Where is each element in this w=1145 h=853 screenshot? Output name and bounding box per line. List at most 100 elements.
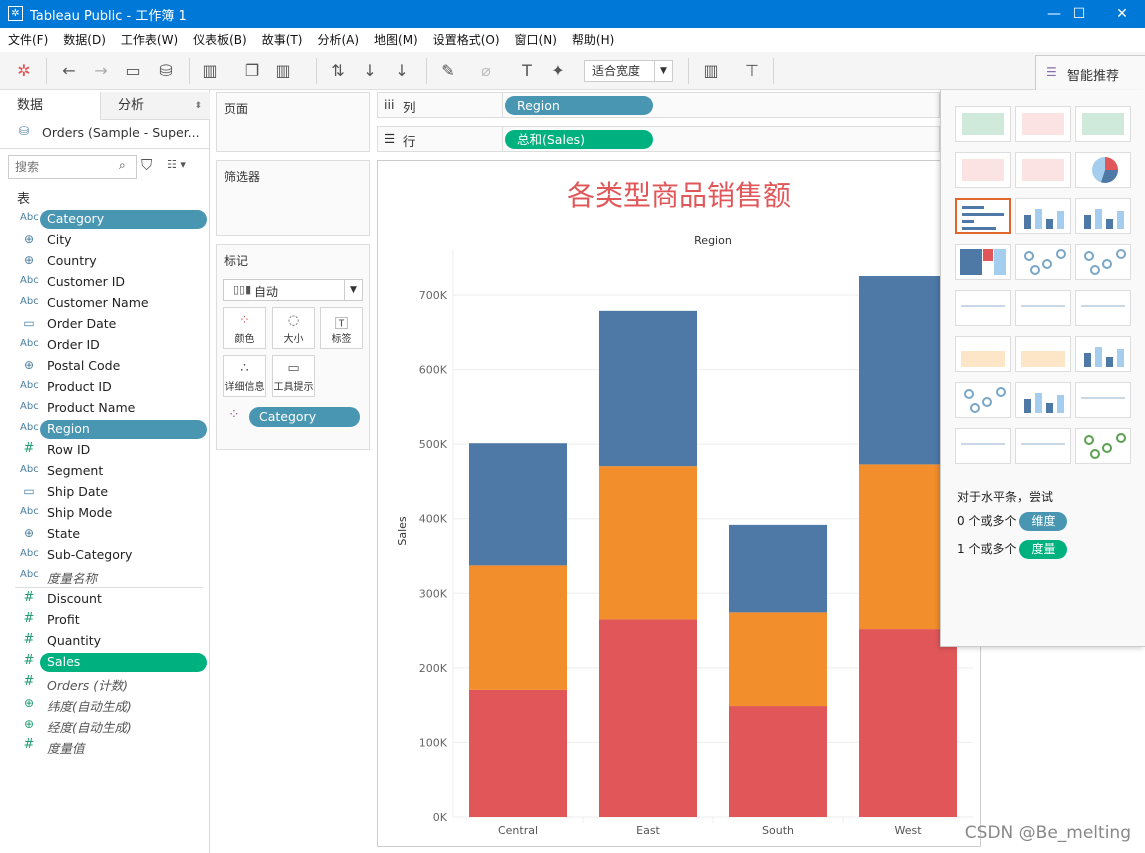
field-orders-[interactable]: # Orders (计数) — [0, 673, 210, 694]
sort-ascending-icon[interactable]: ↓ — [359, 61, 381, 81]
show-me-horizontal-bars[interactable] — [955, 198, 1011, 234]
menu-item[interactable]: 文件(F) — [8, 28, 48, 52]
show-me-dual-combination[interactable] — [1075, 336, 1131, 372]
show-me-gantt[interactable] — [955, 428, 1011, 464]
tab-analysis[interactable]: 分析 ⬍ — [100, 92, 210, 120]
menu-item[interactable]: 工作表(W) — [121, 28, 178, 52]
view-list-icon[interactable]: ☷ ▾ — [167, 158, 186, 171]
mark-type-select[interactable]: ▯▯▮ 自动 ▼ — [223, 279, 363, 301]
field-country[interactable]: ⊕ Country — [0, 251, 210, 272]
show-labels-icon[interactable]: T — [516, 61, 538, 81]
menu-item[interactable]: 地图(M) — [374, 28, 418, 52]
show-me-histogram[interactable] — [1015, 382, 1071, 418]
pin-icon[interactable]: ✦ — [547, 61, 569, 81]
region-pill[interactable]: Region — [505, 96, 653, 115]
field-search-input[interactable] — [8, 155, 137, 179]
tab-data[interactable]: 数据 — [0, 92, 100, 120]
field--[interactable]: ⊕ 经度(自动生成) — [0, 715, 210, 736]
show-me-area-continuous[interactable] — [955, 336, 1011, 372]
fit-width-select[interactable]: 适合宽度 ▼ — [584, 60, 673, 82]
field-ship-date[interactable]: ▭ Ship Date — [0, 482, 210, 503]
menu-item[interactable]: 数据(D) — [63, 28, 106, 52]
tooltip-button[interactable]: ▭ 工具提示 — [272, 355, 315, 397]
sum-sales-pill[interactable]: 总和(Sales) — [505, 130, 653, 149]
new-worksheet-icon[interactable]: ▥ — [199, 61, 221, 81]
field-customer-name[interactable]: Abc Customer Name — [0, 293, 210, 314]
field--[interactable]: ⊕ 纬度(自动生成) — [0, 694, 210, 715]
menu-item[interactable]: 故事(T) — [262, 28, 303, 52]
show-me-stacked-bars[interactable] — [1015, 198, 1071, 234]
field-customer-id[interactable]: Abc Customer ID — [0, 272, 210, 293]
menu-item[interactable]: 设置格式(O) — [433, 28, 500, 52]
field-discount[interactable]: # Discount — [0, 589, 210, 610]
duplicate-sheet-icon[interactable]: ❐ — [241, 61, 263, 81]
show-me-treemap[interactable] — [955, 244, 1011, 280]
filter-icon[interactable]: ⛉ — [141, 156, 152, 174]
new-datasource-icon[interactable]: ⛁ — [155, 61, 177, 81]
show-cards-icon[interactable]: ▥ — [700, 61, 722, 81]
save-icon[interactable]: ▭ — [122, 61, 144, 81]
filters-card[interactable]: 筛选器 — [216, 160, 370, 236]
show-me-highlight-table[interactable] — [1075, 106, 1131, 142]
show-me-line-discrete[interactable] — [1015, 290, 1071, 326]
string-type-icon: Abc — [20, 380, 39, 391]
show-me-side-by-side-bars[interactable] — [1075, 198, 1131, 234]
field-ship-mode[interactable]: Abc Ship Mode — [0, 503, 210, 524]
show-me-filled-map[interactable] — [1015, 152, 1071, 188]
field-quantity[interactable]: # Quantity — [0, 631, 210, 652]
redo-icon[interactable]: → — [90, 61, 112, 81]
clear-sheet-icon[interactable]: ▥ — [272, 61, 294, 81]
color-category-pill[interactable]: Category — [249, 407, 360, 427]
show-me-circle-views[interactable] — [1015, 244, 1071, 280]
field-postal-code[interactable]: ⊕ Postal Code — [0, 356, 210, 377]
field-sub-category[interactable]: Abc Sub-Category — [0, 545, 210, 566]
menu-item[interactable]: 仪表板(B) — [193, 28, 247, 52]
field--[interactable]: # 度量值 — [0, 736, 210, 757]
menu-item[interactable]: 帮助(H) — [572, 28, 614, 52]
field-product-name[interactable]: Abc Product Name — [0, 398, 210, 419]
show-me-box-whisker[interactable] — [1075, 382, 1131, 418]
sort-arrows-icon: ⬍ — [194, 101, 202, 111]
show-me-line-continuous[interactable] — [955, 290, 1011, 326]
maximize-button[interactable]: ☐ — [1056, 2, 1102, 26]
group-icon[interactable]: ⌀ — [475, 61, 497, 81]
show-me-side-by-side-circles[interactable] — [1075, 244, 1131, 280]
menu-item[interactable]: 分析(A) — [317, 28, 359, 52]
tab-show-me[interactable]: ☰ 智能推荐 — [1035, 55, 1145, 91]
sort-descending-icon[interactable]: ↓ — [391, 61, 413, 81]
size-button[interactable]: ◌ 大小 — [272, 307, 315, 349]
field-order-date[interactable]: ▭ Order Date — [0, 314, 210, 335]
show-me-symbol-map[interactable] — [955, 152, 1011, 188]
field-segment[interactable]: Abc Segment — [0, 461, 210, 482]
show-me-area-discrete[interactable] — [1015, 336, 1071, 372]
show-me-scatter[interactable] — [955, 382, 1011, 418]
field-order-id[interactable]: Abc Order ID — [0, 335, 210, 356]
show-me-bullet[interactable] — [1015, 428, 1071, 464]
presentation-mode-icon[interactable]: ⊤ — [741, 61, 763, 81]
field-sales[interactable]: # Sales — [0, 652, 210, 673]
show-me-text-table[interactable] — [955, 106, 1011, 142]
undo-icon[interactable]: ← — [58, 61, 80, 81]
show-me-packed-bubbles[interactable] — [1075, 428, 1131, 464]
detail-button[interactable]: ∴ 详细信息 — [223, 355, 266, 397]
close-button[interactable]: ✕ — [1099, 2, 1145, 26]
tableau-home-icon[interactable]: ✲ — [13, 61, 35, 81]
highlight-icon[interactable]: ✎ — [437, 61, 459, 81]
field-category[interactable]: Abc Category — [0, 209, 210, 230]
field-region[interactable]: Abc Region — [0, 419, 210, 440]
field-row-id[interactable]: # Row ID — [0, 440, 210, 461]
menu-item[interactable]: 窗口(N) — [515, 28, 557, 52]
field-profit[interactable]: # Profit — [0, 610, 210, 631]
show-me-heat-map[interactable] — [1015, 106, 1071, 142]
datasource-name[interactable]: Orders (Sample - Super... — [42, 125, 200, 140]
swap-icon[interactable]: ⇅ — [327, 61, 349, 81]
field--[interactable]: Abc 度量名称 — [0, 566, 210, 587]
color-button[interactable]: ⁘ 颜色 — [223, 307, 266, 349]
show-me-dual-line[interactable] — [1075, 290, 1131, 326]
show-me-pie[interactable] — [1075, 152, 1131, 188]
label-button[interactable]: 🅃 标签 — [320, 307, 363, 349]
pages-card[interactable]: 页面 — [216, 92, 370, 152]
field-product-id[interactable]: Abc Product ID — [0, 377, 210, 398]
field-state[interactable]: ⊕ State — [0, 524, 210, 545]
field-city[interactable]: ⊕ City — [0, 230, 210, 251]
